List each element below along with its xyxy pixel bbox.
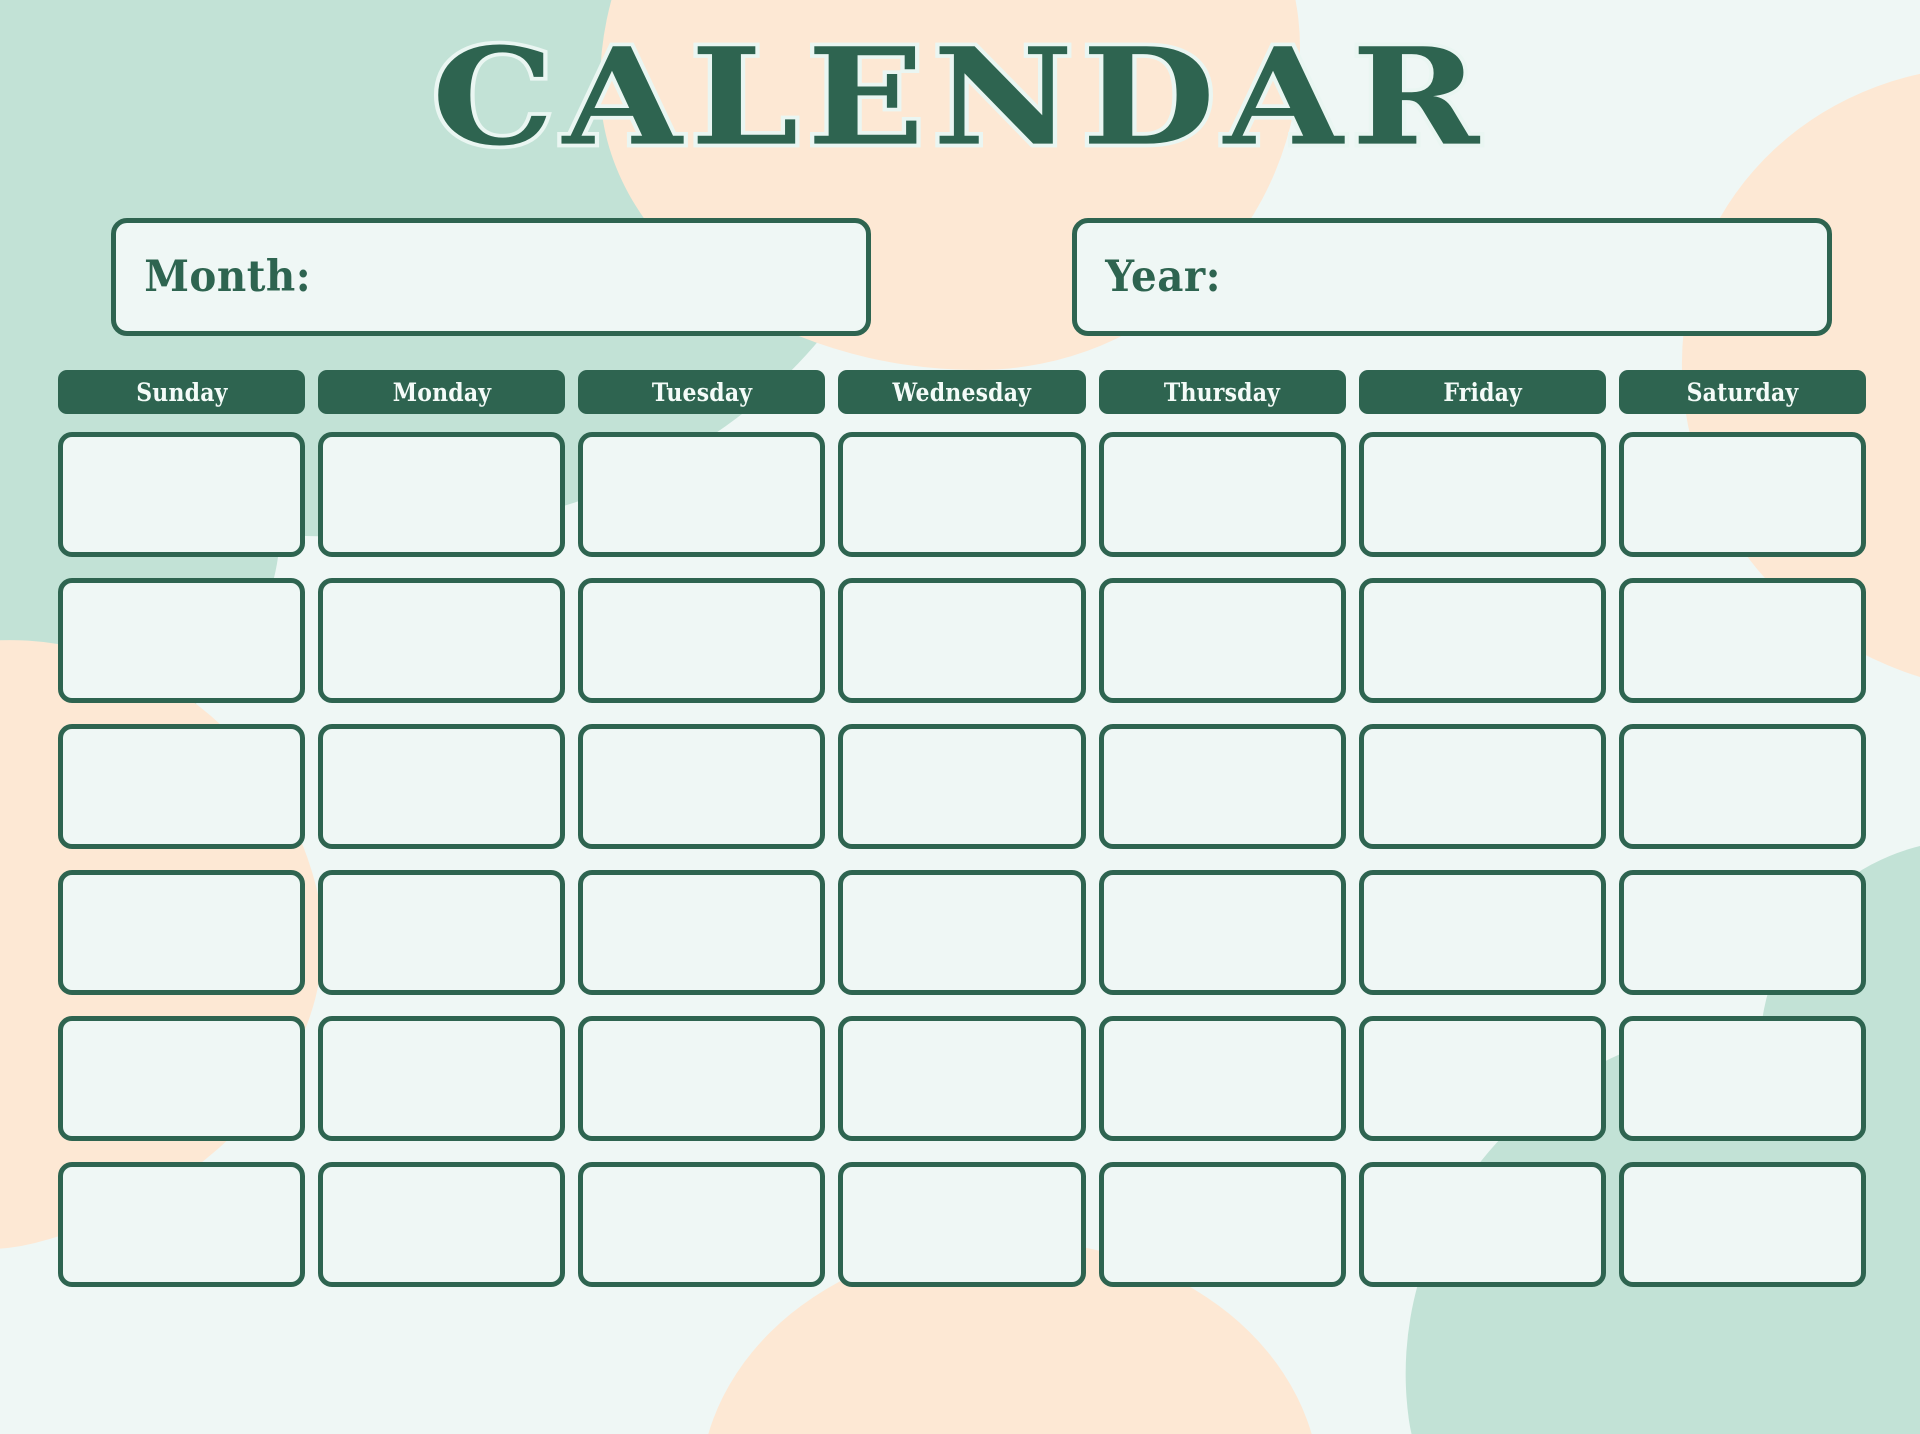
calendar-day-cell[interactable]	[1358, 1016, 1606, 1141]
calendar-day-cell[interactable]	[58, 870, 306, 995]
calendar-day-cell[interactable]	[1098, 1016, 1346, 1141]
day-header-monday: Monday	[318, 370, 566, 414]
calendar-day-cell[interactable]	[838, 432, 1086, 557]
calendar-day-cell[interactable]	[1358, 870, 1606, 995]
calendar-day-cell[interactable]	[58, 724, 306, 849]
calendar-day-cell[interactable]	[578, 578, 826, 703]
calendar-day-cell[interactable]	[1098, 870, 1346, 995]
calendar-day-cell[interactable]	[578, 870, 826, 995]
calendar-day-cell[interactable]	[838, 724, 1086, 849]
calendar-day-cell[interactable]	[838, 1016, 1086, 1141]
calendar-day-cell[interactable]	[318, 578, 566, 703]
day-header-label: Sunday	[135, 377, 228, 407]
calendar-day-cell[interactable]	[58, 578, 306, 703]
calendar-day-cell[interactable]	[58, 1162, 306, 1287]
calendar-day-cell[interactable]	[58, 1016, 306, 1141]
month-field-label: Month:	[144, 252, 312, 302]
calendar-day-cell[interactable]	[1098, 724, 1346, 849]
day-header-label: Friday	[1442, 377, 1522, 407]
calendar-day-cell[interactable]	[318, 1162, 566, 1287]
calendar-day-cell[interactable]	[318, 1016, 566, 1141]
calendar-day-cell[interactable]	[1358, 432, 1606, 557]
calendar-day-cell[interactable]	[1098, 432, 1346, 557]
calendar-grid: Sunday Monday Tuesday Wednesday Thursday Frid…	[58, 370, 1866, 1308]
calendar-day-cell[interactable]	[1358, 724, 1606, 849]
calendar-day-cell[interactable]	[1618, 578, 1866, 703]
calendar-day-cell[interactable]	[578, 1016, 826, 1141]
year-field[interactable]: Year:	[1072, 218, 1832, 336]
calendar-day-cell[interactable]	[578, 724, 826, 849]
calendar-day-cell[interactable]	[58, 432, 306, 557]
calendar-day-cell[interactable]	[1618, 1016, 1866, 1141]
calendar-day-cell[interactable]	[838, 578, 1086, 703]
calendar-day-cell[interactable]	[1098, 578, 1346, 703]
day-header-label: Wednesday	[892, 377, 1032, 407]
calendar-day-cell[interactable]	[1358, 578, 1606, 703]
calendar-day-cell[interactable]	[1098, 1162, 1346, 1287]
month-field[interactable]: Month:	[111, 218, 871, 336]
calendar-day-cell[interactable]	[578, 432, 826, 557]
calendar-day-cell[interactable]	[318, 870, 566, 995]
day-header-label: Thursday	[1164, 377, 1281, 407]
calendar-day-cell[interactable]	[1358, 1162, 1606, 1287]
year-field-label: Year:	[1105, 252, 1222, 302]
page-title-wrap: CALENDAR	[0, 27, 1920, 168]
calendar-day-cell[interactable]	[578, 1162, 826, 1287]
day-header-label: Saturday	[1686, 377, 1799, 407]
day-header-friday: Friday	[1358, 370, 1606, 414]
calendar-day-cell[interactable]	[318, 724, 566, 849]
calendar-day-cell[interactable]	[838, 1162, 1086, 1287]
day-header-wednesday: Wednesday	[838, 370, 1086, 414]
calendar-day-cell[interactable]	[1618, 432, 1866, 557]
calendar-day-cell[interactable]	[1618, 870, 1866, 995]
calendar-day-cell[interactable]	[1618, 724, 1866, 849]
calendar-day-cell[interactable]	[838, 870, 1086, 995]
calendar-day-cell[interactable]	[318, 432, 566, 557]
day-header-sunday: Sunday	[58, 370, 306, 414]
day-header-thursday: Thursday	[1098, 370, 1346, 414]
day-header-label: Tuesday	[651, 377, 753, 407]
day-header-saturday: Saturday	[1618, 370, 1866, 414]
day-header-tuesday: Tuesday	[578, 370, 826, 414]
day-header-label: Monday	[392, 377, 491, 407]
calendar-day-cell[interactable]	[1618, 1162, 1866, 1287]
calendar-page: CALENDAR Month: Year: Sunday Monday Tuesda…	[0, 0, 1920, 1434]
page-title: CALENDAR	[428, 18, 1489, 176]
